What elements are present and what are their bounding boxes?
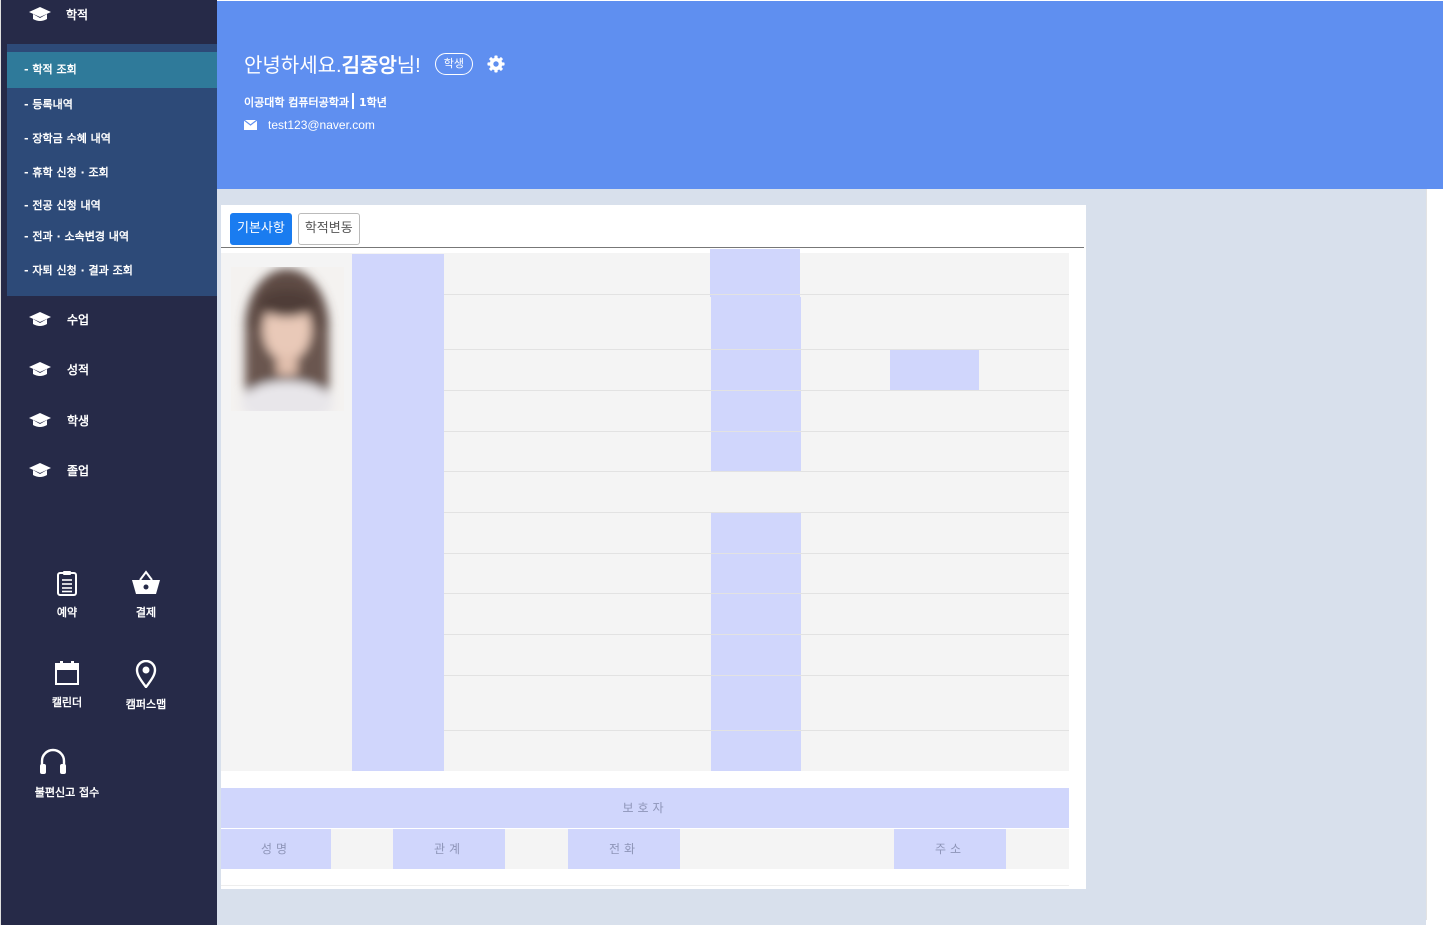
quick-reserve-label: 예약 [56, 606, 78, 619]
greeting-prefix: 안녕하세요. [244, 55, 342, 77]
student-photo [231, 267, 344, 411]
email-address: test123@naver.com [268, 118, 375, 132]
map-pin-icon [135, 660, 157, 688]
quick-payment-button[interactable]: 결제 [111, 570, 181, 620]
row-divider [444, 553, 1069, 554]
guardian-relation-label: 관계 [393, 829, 505, 869]
guardian-row: 성명 관계 전화 주소 [221, 829, 1069, 869]
guardian-name-label: 성명 [221, 829, 331, 869]
row-divider [444, 512, 1069, 513]
clipboard-icon [57, 571, 77, 596]
submenu-item-transfer[interactable]: - 전과 · 소속변경 내역 [7, 219, 218, 255]
headphones-icon [40, 748, 66, 774]
label-column-1 [352, 254, 444, 771]
divider [352, 93, 355, 109]
label-cell [710, 249, 800, 297]
sidebar-item-label: 학적 [66, 8, 89, 22]
row-divider [444, 634, 1069, 635]
row-divider [444, 431, 1069, 432]
quick-calendar-button[interactable]: 캘린더 [32, 660, 102, 710]
submenu-item-scholarship[interactable]: - 장학금 수혜 내역 [7, 121, 218, 157]
student-info-table [221, 249, 1069, 771]
grade: 1학년 [359, 96, 387, 109]
tab-divider [221, 247, 1084, 248]
quick-calendar-label: 캘린더 [51, 696, 83, 709]
row-divider [444, 471, 1069, 472]
role-badge: 학생 [434, 52, 473, 75]
sidebar-item-label: 학생 [67, 414, 90, 428]
department: 이공대학 컴퓨터공학과 [244, 96, 350, 109]
calendar-icon [55, 661, 79, 685]
submenu-item-withdrawal[interactable]: - 자퇴 신청 · 결과 조회 [7, 253, 218, 289]
greeting: 안녕하세요. 김중앙 님! 학생 [244, 49, 505, 78]
sidebar: 학적 - 학적 조회 - 등록내역 - 장학금 수혜 내역 - 휴학 신청 · … [0, 0, 218, 925]
app-root: 학적 - 학적 조회 - 등록내역 - 장학금 수혜 내역 - 휴학 신청 · … [0, 0, 1443, 925]
row-divider [444, 675, 1069, 676]
graduation-cap-icon [29, 413, 51, 427]
tab-basic-info[interactable]: 기본사항 [230, 213, 292, 245]
label-column-3 [711, 512, 801, 771]
guardian-phone-label: 전화 [568, 829, 680, 869]
tab-bar: 기본사항 학적변동 [230, 213, 360, 245]
sidebar-item-student[interactable]: 학생 [1, 409, 218, 439]
envelope-icon [244, 120, 257, 130]
row-divider [444, 294, 1069, 295]
gear-icon[interactable] [487, 54, 505, 73]
graduation-cap-icon [29, 463, 51, 477]
quick-payment-label: 결제 [135, 606, 157, 619]
email-info: test123@naver.com [244, 118, 375, 132]
tab-record-changes[interactable]: 학적변동 [297, 213, 360, 245]
submenu-item-record-inquiry[interactable]: - 학적 조회 [7, 52, 218, 88]
sidebar-item-label: 성적 [67, 363, 90, 377]
record-card: 기본사항 학적변동 보호자 성명 관계 전화 주소 [221, 205, 1086, 889]
graduation-cap-icon [29, 312, 51, 326]
row-divider [444, 349, 1069, 350]
sidebar-item-academic-record[interactable]: 학적 [1, 0, 218, 30]
quick-reserve-button[interactable]: 예약 [32, 570, 102, 620]
department-info: 이공대학 컴퓨터공학과 1학년 [244, 93, 387, 110]
quick-campus-map-label: 캠퍼스맵 [125, 698, 167, 711]
card-bottom-line [221, 885, 1069, 886]
row-divider [444, 390, 1069, 391]
sidebar-item-label: 수업 [67, 313, 90, 327]
row-divider [444, 730, 1069, 731]
profile-header: 안녕하세요. 김중앙 님! 학생 이공대학 컴퓨터공학과 1학년 test123… [217, 1, 1443, 189]
academic-submenu: - 학적 조회 - 등록내역 - 장학금 수혜 내역 - 휴학 신청 · 조회 … [7, 44, 218, 296]
sidebar-item-grades[interactable]: 성적 [1, 358, 218, 388]
graduation-cap-icon [29, 7, 51, 21]
submenu-item-leave[interactable]: - 휴학 신청 · 조회 [7, 155, 218, 191]
label-cell [890, 350, 979, 390]
shopping-basket-icon [132, 570, 160, 594]
quick-campus-map-button[interactable]: 캠퍼스맵 [111, 660, 181, 712]
submenu-item-registration[interactable]: - 등록내역 [7, 87, 218, 123]
guardian-section-title: 보호자 [221, 788, 1069, 828]
user-name: 김중앙 [341, 55, 397, 77]
quick-complaint-label: 불편신고 접수 [34, 786, 100, 799]
student-photo-image [231, 267, 344, 411]
sidebar-item-graduation[interactable]: 졸업 [1, 459, 218, 489]
graduation-cap-icon [29, 362, 51, 376]
label-column-2 [711, 297, 801, 471]
sidebar-item-classes[interactable]: 수업 [1, 308, 218, 338]
right-panel [1426, 189, 1443, 920]
guardian-address-label: 주소 [894, 829, 1006, 869]
quick-complaint-button[interactable]: 불편신고 접수 [32, 746, 112, 800]
row-divider [444, 593, 1069, 594]
greeting-suffix: 님! [396, 55, 421, 77]
sidebar-item-label: 졸업 [67, 464, 90, 478]
